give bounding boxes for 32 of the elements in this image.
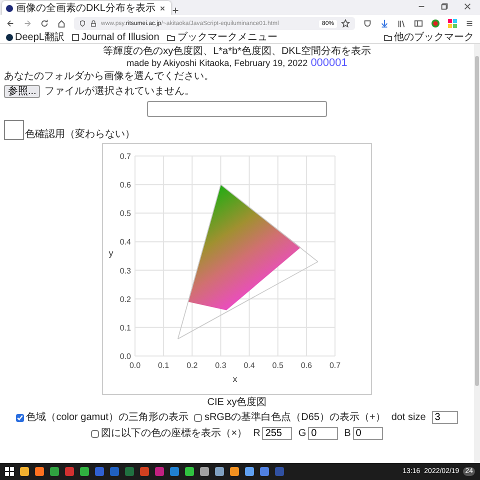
y-tick-label: 0.0 [120, 352, 131, 361]
field-label: dot size [391, 412, 426, 422]
y-tick-label: 0.6 [120, 180, 131, 190]
file-status: ファイルが選択されていません。 [44, 86, 194, 96]
x-tick-label: 0.1 [158, 361, 170, 370]
credit-text: made by Akiyoshi Kitaoka, February 19, 2022 [126, 59, 308, 68]
visit-counter: 000001 [310, 58, 348, 69]
x-tick-label: 0.6 [300, 361, 312, 370]
field-label: B [344, 428, 351, 438]
checkbox-label: 図に以下の色の座標を表示（×） [101, 428, 248, 438]
y-tick-label: 0.3 [120, 266, 131, 276]
y-tick-label: 0.1 [120, 323, 131, 332]
x-tick-label: 0.3 [215, 361, 226, 370]
x-tick-label: 0.0 [129, 361, 141, 370]
y-tick-label: 0.4 [120, 238, 131, 247]
y-tick-label: 0.5 [120, 209, 131, 218]
y-tick-label: 0.7 [120, 152, 131, 161]
x-tick-label: 0.2 [186, 361, 198, 370]
y-tick-label: 0.2 [120, 294, 131, 304]
chart-caption: CIE xy色度図 [207, 398, 267, 408]
instruction-text: あなたのフォルダから画像を選んでください。 [4, 72, 215, 82]
checkbox-label: sRGBの基準白色点（D65）の表示（+） [204, 412, 386, 422]
y-axis-label: y [108, 248, 114, 258]
swatch-label: 色確認用（変わらない） [25, 130, 135, 140]
x-axis-label: x [232, 374, 238, 384]
x-tick-label: 0.7 [329, 361, 341, 370]
field-label: R [253, 428, 260, 438]
page-heading: 等輝度の色のxy色度図、L*a*b*色度図、DKL空間分布を表示 [103, 47, 371, 57]
field-label: G [298, 428, 306, 438]
checkbox-label: 色域（color gamut）の三角形の表示 [26, 412, 188, 422]
x-tick-label: 0.5 [272, 361, 284, 370]
x-tick-label: 0.4 [244, 361, 255, 370]
